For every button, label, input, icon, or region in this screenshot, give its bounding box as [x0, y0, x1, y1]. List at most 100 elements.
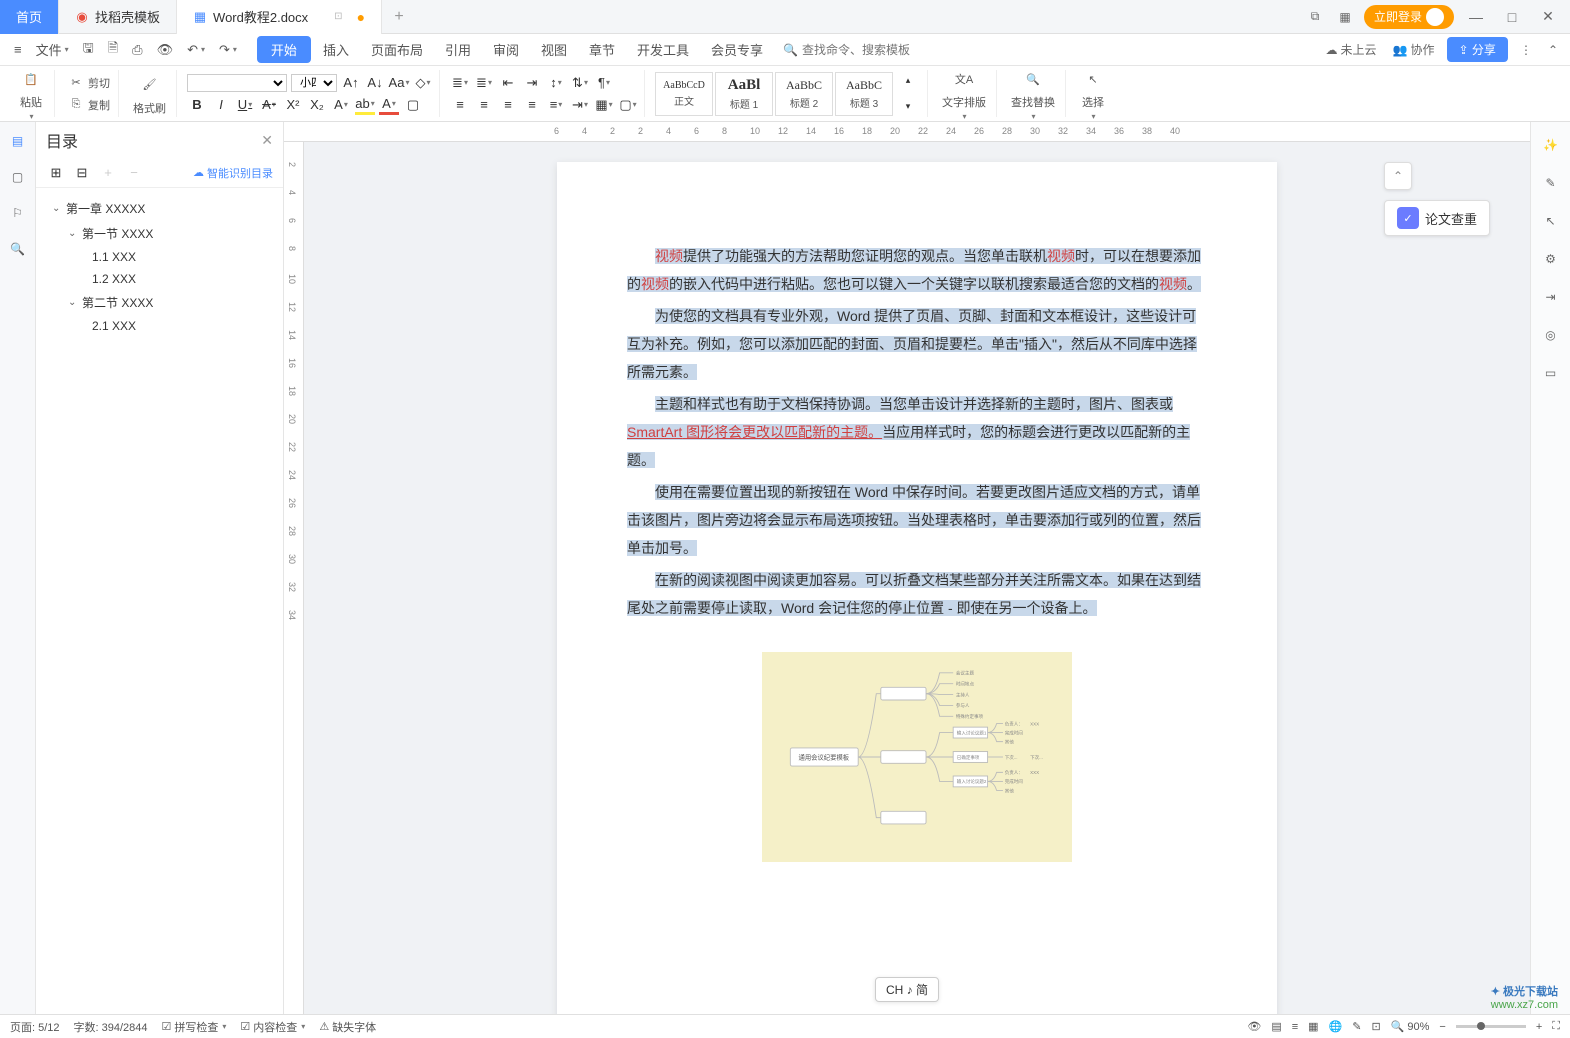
- align-center-button[interactable]: ≡: [474, 95, 494, 115]
- tab-add-button[interactable]: +: [382, 0, 416, 34]
- sort-button[interactable]: ⇅▾: [570, 73, 590, 93]
- collapse-ribbon-icon[interactable]: ⌃: [1544, 41, 1562, 59]
- numbering-button[interactable]: ≣▾: [474, 73, 494, 93]
- para-4[interactable]: 使用在需要位置出现的新按钮在 Word 中保存时间。若要更改图片适应文档的方式，…: [627, 478, 1207, 562]
- menu-tab-chapter[interactable]: 章节: [579, 36, 625, 63]
- cloud-status[interactable]: ☁未上云: [1322, 39, 1381, 60]
- minimize-button[interactable]: —: [1462, 3, 1490, 31]
- cut-button[interactable]: ✂剪切: [65, 73, 112, 93]
- paste-button[interactable]: 📋 粘贴▾: [14, 64, 48, 123]
- location-rail-icon[interactable]: ◎: [1540, 324, 1562, 346]
- find-replace-button[interactable]: 🔍查找替换▾: [1007, 64, 1059, 123]
- tree-item-2-1[interactable]: 2.1 XXX: [40, 315, 279, 337]
- style-normal[interactable]: AaBbCcD正文: [655, 72, 713, 116]
- smart-outline-button[interactable]: ☁智能识别目录: [193, 165, 273, 181]
- superscript-button[interactable]: X²: [283, 95, 303, 115]
- menu-tab-dev[interactable]: 开发工具: [627, 36, 699, 63]
- subscript-button[interactable]: X₂: [307, 95, 327, 115]
- para-2[interactable]: 为使您的文档具有专业外观，Word 提供了页眉、页脚、封面和文本框设计，这些设计…: [627, 302, 1207, 386]
- select-button[interactable]: ↖选择▾: [1076, 64, 1110, 123]
- style-prev-icon[interactable]: ▴: [898, 71, 918, 91]
- line-spacing-button[interactable]: ↕▾: [546, 73, 566, 93]
- status-spell[interactable]: ☑ 拼写检查 ▾: [162, 1019, 227, 1035]
- border-button[interactable]: ▢▾: [618, 95, 638, 115]
- tree-item-section1[interactable]: ⌄第一节 XXXX: [40, 221, 279, 246]
- page-scroll[interactable]: 视频提供了功能强大的方法帮助您证明您的观点。当您单击联机视频时，可以在想要添加的…: [304, 142, 1530, 1014]
- save-icon[interactable]: 🖫: [77, 35, 100, 65]
- align-justify-button[interactable]: ≡: [522, 95, 542, 115]
- underline-button[interactable]: U▾: [235, 95, 255, 115]
- ai-rail-icon[interactable]: ✨: [1540, 134, 1562, 156]
- clear-format-icon[interactable]: ◇▾: [413, 73, 433, 93]
- view-outline-icon[interactable]: ≡: [1292, 1021, 1298, 1033]
- char-border-button[interactable]: ▢: [403, 95, 423, 115]
- tab-template[interactable]: ◉ 找稻壳模板: [59, 0, 177, 34]
- grid-icon[interactable]: ▦: [1334, 6, 1356, 28]
- menu-tab-view[interactable]: 视图: [531, 36, 577, 63]
- change-case-icon[interactable]: Aa▾: [389, 73, 409, 93]
- format-painter-button[interactable]: 🖌 格式刷: [129, 70, 170, 118]
- highlight-button[interactable]: ab▾: [355, 95, 375, 115]
- search-input[interactable]: [802, 43, 952, 57]
- italic-button[interactable]: I: [211, 95, 231, 115]
- collab-button[interactable]: 👥协作: [1389, 39, 1439, 60]
- align-left-button[interactable]: ≡: [450, 95, 470, 115]
- zoom-slider[interactable]: [1456, 1025, 1526, 1028]
- menu-tab-start[interactable]: 开始: [257, 36, 311, 63]
- collapse-float-icon[interactable]: ⌃: [1384, 162, 1412, 190]
- flag-rail-icon[interactable]: ⚐: [7, 202, 29, 224]
- zoom-fit-icon[interactable]: ⊡: [1371, 1020, 1380, 1033]
- font-size-select[interactable]: 小四: [291, 74, 337, 92]
- para-3[interactable]: 主题和样式也有助于文档保持协调。当您单击设计并选择新的主题时，图片、图表或 Sm…: [627, 390, 1207, 474]
- cursor-rail-icon[interactable]: ↖: [1540, 210, 1562, 232]
- outline-close-icon[interactable]: ✕: [261, 132, 273, 149]
- view-web-icon[interactable]: ▦: [1308, 1020, 1318, 1033]
- settings-rail-icon[interactable]: ⚙: [1540, 248, 1562, 270]
- menu-tab-insert[interactable]: 插入: [313, 36, 359, 63]
- decrease-indent-button[interactable]: ⇤: [498, 73, 518, 93]
- view-read-icon[interactable]: 🌐: [1329, 1020, 1343, 1033]
- print-icon[interactable]: ⎙: [126, 38, 148, 62]
- search-rail-icon[interactable]: 🔍: [7, 238, 29, 260]
- status-page[interactable]: 页面: 5/12: [10, 1019, 60, 1035]
- fullscreen-icon[interactable]: ⛶: [1552, 1020, 1560, 1033]
- increase-font-icon[interactable]: A↑: [341, 73, 361, 93]
- outline-remove-icon[interactable]: −: [124, 163, 144, 183]
- menu-tab-member[interactable]: 会员专享: [701, 36, 773, 63]
- tab-close-icon[interactable]: ●: [357, 9, 365, 25]
- style-h3[interactable]: AaBbC标题 3: [835, 72, 893, 116]
- menu-tab-review[interactable]: 审阅: [483, 36, 529, 63]
- tab-document[interactable]: ▦ Word教程2.docx ⊡ ●: [177, 0, 382, 34]
- menu-tab-layout[interactable]: 页面布局: [361, 36, 433, 63]
- text-layout-button[interactable]: 文A文字排版▾: [938, 64, 990, 123]
- text-effect-button[interactable]: A▾: [331, 95, 351, 115]
- style-h2[interactable]: AaBbC标题 2: [775, 72, 833, 116]
- increase-indent-button[interactable]: ⇥: [522, 73, 542, 93]
- font-color-button[interactable]: A▾: [379, 95, 399, 115]
- undo-icon[interactable]: ↶▾: [181, 38, 211, 62]
- eye-icon[interactable]: 👁: [1247, 1020, 1261, 1033]
- zoom-value[interactable]: 🔍 90%: [1391, 1020, 1430, 1033]
- style-more-icon[interactable]: ▾: [898, 97, 918, 117]
- export-rail-icon[interactable]: ⇥: [1540, 286, 1562, 308]
- ime-indicator[interactable]: CH ♪ 简: [875, 977, 939, 1002]
- tree-item-1-2[interactable]: 1.2 XXX: [40, 268, 279, 290]
- hamburger-icon[interactable]: ≡: [8, 38, 28, 61]
- align-right-button[interactable]: ≡: [498, 95, 518, 115]
- book-rail-icon[interactable]: ▭: [1540, 362, 1562, 384]
- save-as-icon[interactable]: 🗎: [102, 35, 124, 65]
- tree-item-section2[interactable]: ⌄第二节 XXXX: [40, 290, 279, 315]
- strikethrough-button[interactable]: A▾: [259, 95, 279, 115]
- pen-rail-icon[interactable]: ✎: [1540, 172, 1562, 194]
- show-marks-button[interactable]: ¶▾: [594, 73, 614, 93]
- tree-item-1-1[interactable]: 1.1 XXX: [40, 246, 279, 268]
- edit-mode-icon[interactable]: ✎: [1352, 1020, 1361, 1033]
- outline-expand-icon[interactable]: ⊞: [46, 163, 66, 183]
- redo-icon[interactable]: ↷▾: [213, 38, 243, 62]
- tree-item-chapter1[interactable]: ⌄第一章 XXXXX: [40, 196, 279, 221]
- para-1[interactable]: 视频提供了功能强大的方法帮助您证明您的观点。当您单击联机视频时，可以在想要添加的…: [627, 242, 1207, 298]
- zoom-in-button[interactable]: +: [1536, 1021, 1542, 1033]
- bullets-button[interactable]: ≣▾: [450, 73, 470, 93]
- vertical-ruler[interactable]: 246810121416182022242628303234: [284, 142, 304, 1014]
- bookmark-rail-icon[interactable]: ▢: [7, 166, 29, 188]
